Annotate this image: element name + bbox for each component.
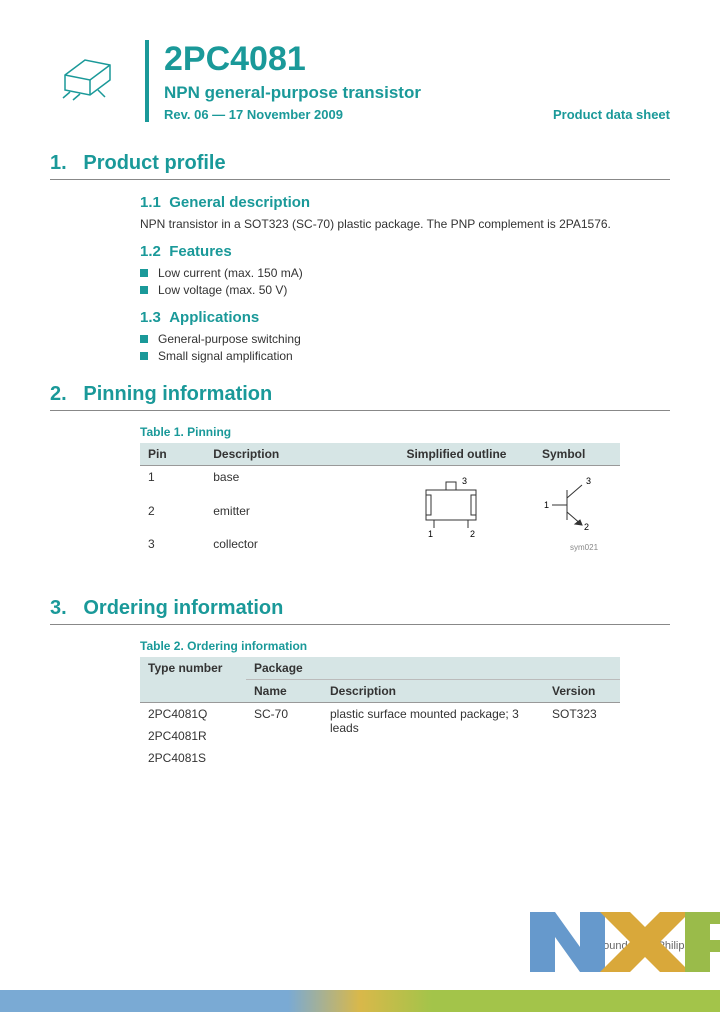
table-row: 2PC4081Q SC-70 plastic surface mounted p… [140, 703, 620, 726]
list-item: Small signal amplification [140, 349, 670, 363]
subsection-1-3-heading: 1.3 Applications [140, 309, 670, 326]
applications-list: General-purpose switching Small signal a… [140, 332, 670, 363]
svg-text:3: 3 [462, 476, 467, 486]
svg-text:2: 2 [584, 522, 589, 532]
section-divider [50, 179, 670, 180]
list-item: Low voltage (max. 50 V) [140, 283, 670, 297]
package-drawing-icon [50, 40, 130, 110]
section-2-heading: 2. Pinning information [50, 383, 670, 406]
revision-text: Rev. 06 — 17 November 2009 [164, 107, 343, 122]
transistor-symbol-icon: 3 1 2 sym021 [542, 470, 612, 560]
th-pkg: Package [246, 657, 620, 680]
footer-color-bar [0, 990, 720, 1012]
svg-text:sym021: sym021 [570, 543, 599, 552]
subsection-1-1-heading: 1.1 General description [140, 194, 670, 211]
svg-text:1: 1 [428, 529, 433, 539]
th-desc: Description [205, 443, 398, 466]
th-sym: Symbol [534, 443, 620, 466]
product-subtitle: NPN general-purpose transistor [164, 83, 670, 103]
table2-caption: Table 2. Ordering information [140, 639, 670, 653]
list-item: Low current (max. 150 mA) [140, 266, 670, 280]
features-list: Low current (max. 150 mA) Low voltage (m… [140, 266, 670, 297]
th-ver: Version [544, 680, 620, 703]
ordering-table: Type number Package Name Description Ver… [140, 657, 620, 769]
list-item: General-purpose switching [140, 332, 670, 346]
table-row: 1 base 3 [140, 466, 620, 500]
product-title: 2PC4081 [164, 40, 670, 79]
th-type: Type number [140, 657, 246, 703]
header-block: 2PC4081 NPN general-purpose transistor R… [50, 40, 670, 122]
svg-text:3: 3 [586, 476, 591, 486]
th-name: Name [246, 680, 322, 703]
general-description-text: NPN transistor in a SOT323 (SC-70) plast… [140, 217, 670, 231]
doc-type-label: Product data sheet [553, 107, 670, 122]
section-1-heading: 1. Product profile [50, 152, 670, 175]
pinning-table: Pin Description Simplified outline Symbo… [140, 443, 620, 567]
table1-caption: Table 1. Pinning [140, 425, 670, 439]
svg-text:1: 1 [544, 500, 549, 510]
subsection-1-2-heading: 1.2 Features [140, 243, 670, 260]
th-pin: Pin [140, 443, 205, 466]
section-divider [50, 624, 670, 625]
th-desc: Description [322, 680, 544, 703]
outline-diagram-icon: 3 1 2 [406, 470, 506, 550]
section-divider [50, 410, 670, 411]
section-3-heading: 3. Ordering information [50, 597, 670, 620]
svg-text:2: 2 [470, 529, 475, 539]
th-outline: Simplified outline [398, 443, 534, 466]
